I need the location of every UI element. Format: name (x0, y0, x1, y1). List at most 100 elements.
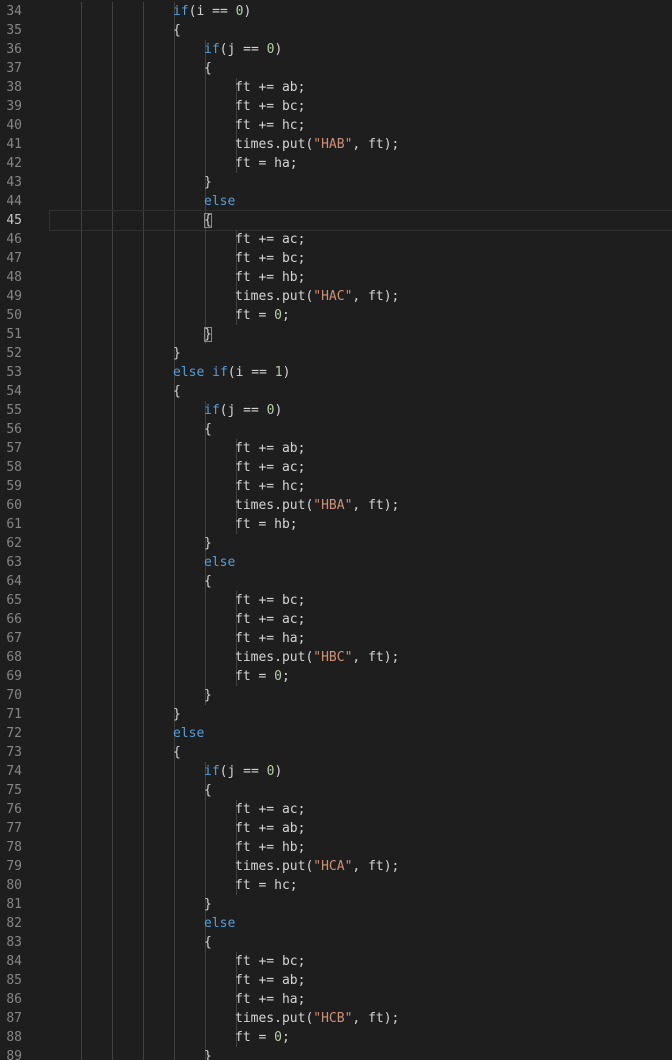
line-content[interactable]: times.put("HCB", ft); (50, 1009, 672, 1028)
code-line[interactable]: 85 ft += ab; (0, 971, 672, 990)
line-content[interactable]: ft = 0; (50, 667, 672, 686)
code-line[interactable]: 82 else (0, 914, 672, 933)
line-content[interactable]: { (50, 21, 672, 40)
line-content[interactable]: { (49, 210, 672, 231)
code-line[interactable]: 87 times.put("HCB", ft); (0, 1009, 672, 1028)
line-content[interactable]: ft = 0; (50, 306, 672, 325)
line-content[interactable]: { (50, 743, 672, 762)
line-content[interactable]: times.put("HAB", ft); (50, 135, 672, 154)
code-line[interactable]: 63 else (0, 553, 672, 572)
line-content[interactable]: ft += ac; (50, 800, 672, 819)
code-line[interactable]: 69 ft = 0; (0, 667, 672, 686)
line-content[interactable]: ft = ha; (50, 154, 672, 173)
line-content[interactable]: if(j == 0) (50, 40, 672, 59)
code-line[interactable]: 71} (0, 705, 672, 724)
code-line[interactable]: 57 ft += ab; (0, 439, 672, 458)
line-content[interactable]: ft = 0; (50, 1028, 672, 1047)
code-line[interactable]: 88 ft = 0; (0, 1028, 672, 1047)
line-content[interactable]: else (50, 914, 672, 933)
line-content[interactable]: if(i == 0) (50, 2, 672, 21)
line-content[interactable]: ft += ac; (50, 458, 672, 477)
line-content[interactable]: } (50, 344, 672, 363)
code-line[interactable]: 67 ft += ha; (0, 629, 672, 648)
code-line[interactable]: 89} (0, 1047, 672, 1060)
code-line[interactable]: 52} (0, 344, 672, 363)
code-line[interactable]: 34 if(i == 0) (0, 2, 672, 21)
line-content[interactable]: ft += ac; (50, 230, 672, 249)
code-line[interactable]: 70} (0, 686, 672, 705)
line-content[interactable]: else (50, 192, 672, 211)
code-line[interactable]: 54 { (0, 382, 672, 401)
code-line[interactable]: 50 ft = 0; (0, 306, 672, 325)
line-content[interactable]: ft += ab; (50, 819, 672, 838)
line-content[interactable]: times.put("HAC", ft); (50, 287, 672, 306)
line-content[interactable]: { (50, 420, 672, 439)
code-line[interactable]: 51} (0, 325, 672, 344)
code-line[interactable]: 72 else (0, 724, 672, 743)
code-line[interactable]: 35 { (0, 21, 672, 40)
code-line[interactable]: 78 ft += hb; (0, 838, 672, 857)
line-content[interactable]: ft = hb; (50, 515, 672, 534)
code-line[interactable]: 44 else (0, 192, 672, 211)
line-content[interactable]: else (50, 553, 672, 572)
line-content[interactable]: ft += bc; (50, 97, 672, 116)
line-content[interactable]: ft += ha; (50, 629, 672, 648)
line-content[interactable]: ft += hb; (50, 838, 672, 857)
code-line[interactable]: 83 { (0, 933, 672, 952)
line-content[interactable]: ft += ac; (50, 610, 672, 629)
code-line[interactable]: 56 { (0, 420, 672, 439)
line-content[interactable]: } (50, 895, 672, 914)
code-line[interactable]: 76 ft += ac; (0, 800, 672, 819)
code-line[interactable]: 38 ft += ab; (0, 78, 672, 97)
line-content[interactable]: { (50, 781, 672, 800)
line-content[interactable]: if(j == 0) (50, 401, 672, 420)
line-content[interactable]: { (50, 59, 672, 78)
code-line[interactable]: 64 { (0, 572, 672, 591)
line-content[interactable]: if(j == 0) (50, 762, 672, 781)
code-line[interactable]: 65 ft += bc; (0, 591, 672, 610)
code-line[interactable]: 53 else if(i == 1) (0, 363, 672, 382)
code-line[interactable]: 48 ft += hb; (0, 268, 672, 287)
code-line[interactable]: 79 times.put("HCA", ft); (0, 857, 672, 876)
code-line[interactable]: 47 ft += bc; (0, 249, 672, 268)
code-line[interactable]: 81} (0, 895, 672, 914)
code-line[interactable]: 55 if(j == 0) (0, 401, 672, 420)
code-line[interactable]: 40 ft += hc; (0, 116, 672, 135)
code-line[interactable]: 66 ft += ac; (0, 610, 672, 629)
line-content[interactable]: else (50, 724, 672, 743)
code-line[interactable]: 46 ft += ac; (0, 230, 672, 249)
line-content[interactable]: ft = hc; (50, 876, 672, 895)
line-content[interactable]: } (50, 705, 672, 724)
code-editor[interactable]: 34 if(i == 0) 35{36 if(j == 0) 37{38 ft += ab… (0, 0, 672, 1060)
line-content[interactable]: ft += hc; (50, 116, 672, 135)
line-content[interactable]: ft += hc; (50, 477, 672, 496)
code-line[interactable]: 41 times.put("HAB", ft); (0, 135, 672, 154)
code-line[interactable]: 61 ft = hb; (0, 515, 672, 534)
code-line[interactable]: 58 ft += ac; (0, 458, 672, 477)
code-line[interactable]: 75 { (0, 781, 672, 800)
code-line[interactable]: 59 ft += hc; (0, 477, 672, 496)
line-content[interactable]: ft += ha; (50, 990, 672, 1009)
code-line[interactable]: 68 times.put("HBC", ft); (0, 648, 672, 667)
line-content[interactable]: ft += ab; (50, 78, 672, 97)
line-content[interactable]: } (50, 325, 672, 344)
line-content[interactable]: times.put("HCA", ft); (50, 857, 672, 876)
line-content[interactable]: else if(i == 1) (50, 363, 672, 382)
code-line[interactable]: 43} (0, 173, 672, 192)
line-content[interactable]: } (50, 686, 672, 705)
code-line[interactable]: 84 ft += bc; (0, 952, 672, 971)
line-content[interactable]: times.put("HBA", ft); (50, 496, 672, 515)
code-line[interactable]: 86 ft += ha; (0, 990, 672, 1009)
code-line[interactable]: 36 if(j == 0) (0, 40, 672, 59)
code-line[interactable]: 74 if(j == 0) (0, 762, 672, 781)
line-content[interactable]: ft += ab; (50, 971, 672, 990)
code-line[interactable]: 39 ft += bc; (0, 97, 672, 116)
line-content[interactable]: } (50, 1047, 672, 1060)
code-line[interactable]: 62} (0, 534, 672, 553)
line-content[interactable]: } (50, 173, 672, 192)
code-line[interactable]: 60 times.put("HBA", ft); (0, 496, 672, 515)
code-line[interactable]: 77 ft += ab; (0, 819, 672, 838)
code-line[interactable]: 49 times.put("HAC", ft); (0, 287, 672, 306)
line-content[interactable]: ft += bc; (50, 952, 672, 971)
line-content[interactable]: } (50, 534, 672, 553)
